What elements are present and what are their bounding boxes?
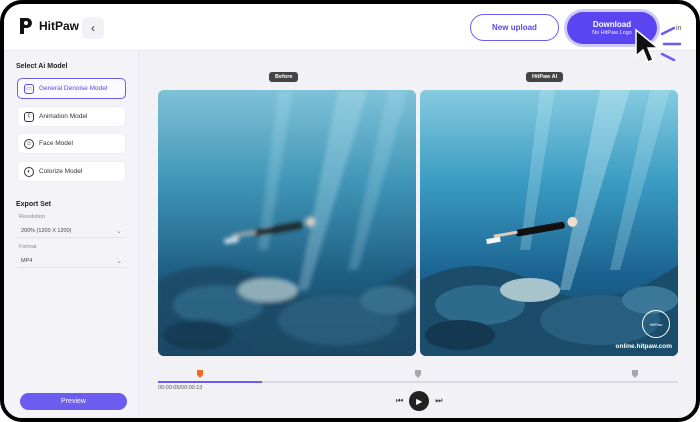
model-label: Colorize Model: [39, 168, 83, 175]
step-forward-icon[interactable]: ⏭: [435, 396, 442, 406]
chevron-down-icon: ⌄: [116, 257, 122, 265]
model-general-denoise[interactable]: ▭ General Denoise Model: [17, 78, 126, 99]
time-readout: 00:00:05/00:00:13: [158, 385, 203, 391]
format-select[interactable]: MP4 ⌄: [17, 254, 126, 268]
sidebar: Select Ai Model ▭ General Denoise Model …: [4, 51, 139, 418]
logo: HitPaw: [18, 17, 79, 35]
model-label: Face Model: [39, 140, 73, 147]
before-image: [158, 90, 416, 356]
resolution-select[interactable]: 200% (1200 X 1200) ⌄: [17, 224, 126, 238]
preview-button[interactable]: Preview: [20, 393, 127, 410]
download-sublabel: No HitPaw Logo: [592, 30, 632, 36]
format-label: Format: [19, 244, 37, 250]
model-colorize[interactable]: ◐ Colorize Model: [17, 161, 126, 182]
new-upload-button[interactable]: New upload: [470, 14, 559, 41]
before-label: Before: [269, 72, 299, 82]
image-icon: ▭: [24, 83, 34, 94]
hitpaw-logo-icon: [20, 18, 32, 34]
timeline-progress: [158, 381, 262, 383]
logo-text: HitPaw: [39, 19, 80, 33]
chevron-left-icon: ‹: [91, 21, 95, 35]
palette-icon: ◐: [24, 166, 34, 177]
playback-controls: ⏮ ▶ ⏭: [396, 391, 442, 411]
model-label: Animation Model: [39, 113, 88, 120]
play-button[interactable]: ▶: [409, 391, 430, 411]
model-animation[interactable]: ʕ Animation Model: [17, 106, 126, 127]
watermark-url: online.hitpaw.com: [615, 343, 672, 350]
chevron-down-icon: ⌄: [116, 227, 122, 235]
compare-marker-left[interactable]: [415, 370, 421, 378]
model-section-title: Select Ai Model: [16, 63, 68, 70]
back-button[interactable]: ‹: [82, 17, 104, 39]
cursor-icon: [635, 26, 682, 63]
download-label: Download: [592, 20, 632, 29]
model-face[interactable]: ☺ Face Model: [17, 133, 126, 154]
watermark-seal: HitPaw: [642, 310, 670, 338]
resolution-label: Resolution: [19, 214, 45, 220]
app-window: HitPaw ‹ New upload Download No HitPaw L…: [0, 0, 700, 422]
format-value: MP4: [21, 257, 33, 264]
compare-marker-right[interactable]: [632, 370, 638, 378]
play-icon: ▶: [416, 396, 423, 406]
model-label: General Denoise Model: [39, 85, 108, 92]
resolution-value: 200% (1200 X 1200): [21, 227, 72, 234]
face-icon: ☺: [24, 138, 34, 149]
after-label: HitPaw AI: [526, 72, 564, 82]
step-back-icon[interactable]: ⏮: [396, 396, 403, 406]
export-section-title: Export Set: [16, 201, 52, 208]
playhead-marker[interactable]: [197, 370, 203, 378]
header: HitPaw ‹ New upload Download No HitPaw L…: [4, 4, 696, 51]
after-image: HitPaw online.hitpaw.com: [420, 90, 678, 356]
timeline-track[interactable]: [158, 381, 678, 383]
bear-icon: ʕ: [24, 111, 34, 122]
watermark-seal-text: HitPaw: [649, 321, 663, 327]
